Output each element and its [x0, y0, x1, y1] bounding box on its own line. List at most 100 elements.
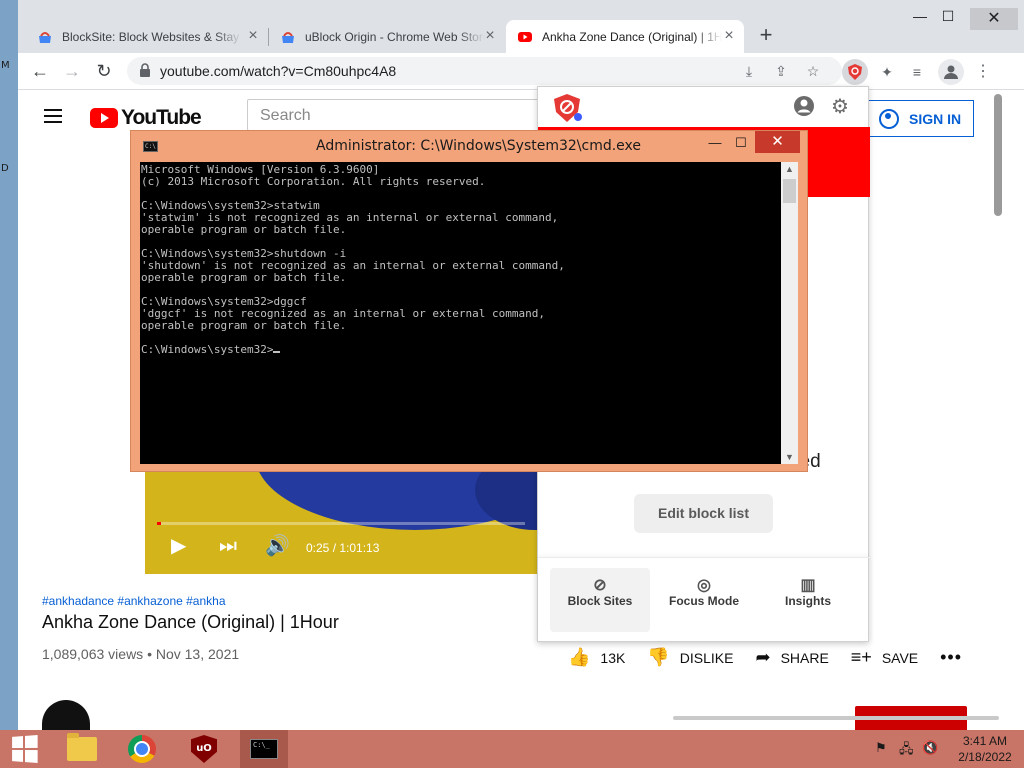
extensions-puzzle-icon[interactable]: ✦: [874, 59, 900, 85]
notification-dot: [574, 113, 582, 121]
console-output[interactable]: Microsoft Windows [Version 6.3.9600] (c)…: [140, 162, 781, 464]
close-tab-icon[interactable]: ×: [483, 28, 497, 44]
close-window-button[interactable]: ✕: [970, 8, 1018, 30]
scroll-thumb[interactable]: [783, 179, 796, 203]
close-button[interactable]: ✕: [755, 131, 800, 153]
console-scrollbar[interactable]: ▲ ▼: [781, 162, 798, 464]
address-bar[interactable]: youtube.com/watch?v=Cm80uhpc4A8 ⤓ ⇪ ☆: [127, 57, 842, 85]
page-scrollbar[interactable]: [994, 94, 1002, 216]
tab-focus-mode[interactable]: ◎ Focus Mode: [654, 568, 754, 632]
video-progress-bar[interactable]: [157, 522, 525, 525]
toolbar: ← → ↻ youtube.com/watch?v=Cm80uhpc4A8 ⤓ …: [18, 53, 1024, 90]
share-button[interactable]: ➦ SHARE: [755, 647, 828, 668]
close-tab-icon[interactable]: ×: [722, 28, 736, 44]
back-button[interactable]: ←: [28, 59, 52, 83]
bookmark-star-icon[interactable]: ☆: [804, 62, 822, 80]
account-icon[interactable]: [792, 95, 816, 119]
gear-icon[interactable]: ⚙: [828, 95, 852, 119]
network-icon[interactable]: 🖧: [899, 740, 914, 762]
more-options-icon[interactable]: •••: [940, 647, 962, 668]
tab-title: BlockSite: Block Websites & Stay Focused: [62, 29, 242, 44]
youtube-logo[interactable]: YouTube: [90, 106, 202, 130]
blocksite-tabs: ⊘ Block Sites ◎ Focus Mode ▥ Insights: [538, 557, 870, 643]
dislike-button[interactable]: 👎 DISLIKE: [647, 647, 733, 668]
next-icon[interactable]: ⏭: [219, 536, 237, 556]
new-tab-button[interactable]: +: [754, 24, 778, 48]
desktop-icon-label[interactable]: D: [1, 163, 9, 174]
start-button[interactable]: [0, 730, 48, 768]
action-center-flag-icon[interactable]: ⚑: [875, 740, 887, 756]
video-hashtags[interactable]: #ankhadance #ankhazone #ankha: [42, 594, 226, 608]
cmd-app-icon: C:\: [143, 141, 158, 152]
clock-time: 3:41 AM: [962, 734, 1008, 748]
like-button[interactable]: 👍 13K: [568, 647, 625, 668]
tab-ublock[interactable]: uBlock Origin - Chrome Web Store ×: [269, 20, 505, 53]
lock-icon: [140, 63, 150, 77]
scroll-down-icon[interactable]: ▼: [781, 452, 798, 462]
hamburger-menu-icon[interactable]: [44, 109, 62, 123]
minimize-button[interactable]: —: [701, 133, 729, 153]
horizontal-scrollbar[interactable]: [673, 716, 999, 720]
close-tab-icon[interactable]: ×: [246, 28, 260, 44]
save-label: SAVE: [881, 649, 919, 666]
taskbar-cmd[interactable]: C:\_: [240, 730, 288, 768]
tab-youtube[interactable]: Ankha Zone Dance (Original) | 1Hour - Yo…: [506, 20, 744, 53]
thumbs-up-icon: 👍: [568, 647, 591, 667]
desktop-icon-label[interactable]: M: [1, 60, 10, 71]
windows-logo-icon: [12, 735, 38, 763]
play-icon[interactable]: ▶: [171, 536, 186, 556]
volume-icon[interactable]: 🔊: [265, 536, 290, 556]
taskbar-file-explorer[interactable]: [58, 730, 106, 768]
video-meta: 1,089,063 views • Nov 13, 2021: [42, 646, 240, 662]
save-button[interactable]: ≡+ SAVE: [851, 647, 918, 668]
maximize-button[interactable]: ☐: [727, 133, 755, 153]
share-page-icon[interactable]: ⇪: [772, 62, 790, 80]
taskbar-ublock[interactable]: uO: [180, 730, 228, 768]
install-app-icon[interactable]: ⤓: [740, 62, 758, 80]
search-placeholder: Search: [260, 107, 311, 124]
cmd-window: C:\ Administrator: C:\Windows\System32\c…: [130, 130, 808, 472]
taskbar: uO C:\_ ⚑ 🖧 🔇 3:41 AM 2/18/2022: [0, 730, 1024, 768]
sign-in-label: SIGN IN: [909, 110, 962, 127]
blocksite-extension-icon[interactable]: [842, 59, 868, 85]
taskbar-chrome[interactable]: [118, 730, 166, 768]
ublock-origin-icon: uO: [191, 735, 217, 763]
taskbar-clock[interactable]: 3:41 AM 2/18/2022: [952, 733, 1018, 765]
media-control-icon[interactable]: ≡: [904, 59, 930, 85]
forward-button[interactable]: →: [60, 59, 84, 83]
video-time: 0:25 / 1:01:13: [306, 541, 380, 555]
scroll-up-icon[interactable]: ▲: [781, 164, 798, 174]
add-to-playlist-icon: ≡+: [850, 647, 872, 667]
video-title: Ankha Zone Dance (Original) | 1Hour: [42, 612, 339, 632]
console-text: Microsoft Windows [Version 6.3.9600] (c)…: [141, 163, 565, 356]
channel-avatar[interactable]: [42, 700, 90, 730]
tab-label: Insights: [784, 594, 831, 608]
tab-insights[interactable]: ▥ Insights: [758, 568, 858, 632]
tab-blocksite[interactable]: BlockSite: Block Websites & Stay Focused…: [26, 20, 268, 53]
youtube-wordmark: YouTube: [121, 106, 202, 129]
chrome-icon: [128, 735, 156, 763]
cmd-icon: C:\_: [250, 739, 278, 759]
volume-muted-icon[interactable]: 🔇: [922, 740, 938, 756]
desktop-background: M D: [0, 0, 18, 730]
tab-title: uBlock Origin - Chrome Web Store: [305, 29, 485, 44]
thumbs-down-icon: 👎: [647, 647, 670, 667]
edit-block-list-button[interactable]: Edit block list: [634, 494, 773, 533]
maximize-button[interactable]: ☐: [930, 8, 966, 25]
cmd-title-bar[interactable]: C:\ Administrator: C:\Windows\System32\c…: [131, 131, 807, 161]
search-input[interactable]: Search: [247, 99, 547, 131]
chrome-menu-icon[interactable]: ⋮: [970, 59, 996, 85]
tab-block-sites[interactable]: ⊘ Block Sites: [550, 568, 650, 632]
tab-title: Ankha Zone Dance (Original) | 1Hour - Yo…: [542, 29, 722, 44]
share-arrow-icon: ➦: [755, 647, 771, 667]
youtube-icon: [518, 31, 532, 42]
cmd-title: Administrator: C:\Windows\System32\cmd.e…: [316, 138, 642, 154]
progress-fill: [157, 522, 161, 525]
share-label: SHARE: [780, 649, 829, 666]
reload-button[interactable]: ↻: [92, 59, 116, 83]
account-icon: [879, 108, 899, 129]
like-count: 13K: [600, 649, 626, 666]
profile-avatar[interactable]: [938, 59, 964, 85]
tab-label: Focus Mode: [668, 594, 739, 608]
sign-in-button[interactable]: SIGN IN: [866, 100, 974, 137]
